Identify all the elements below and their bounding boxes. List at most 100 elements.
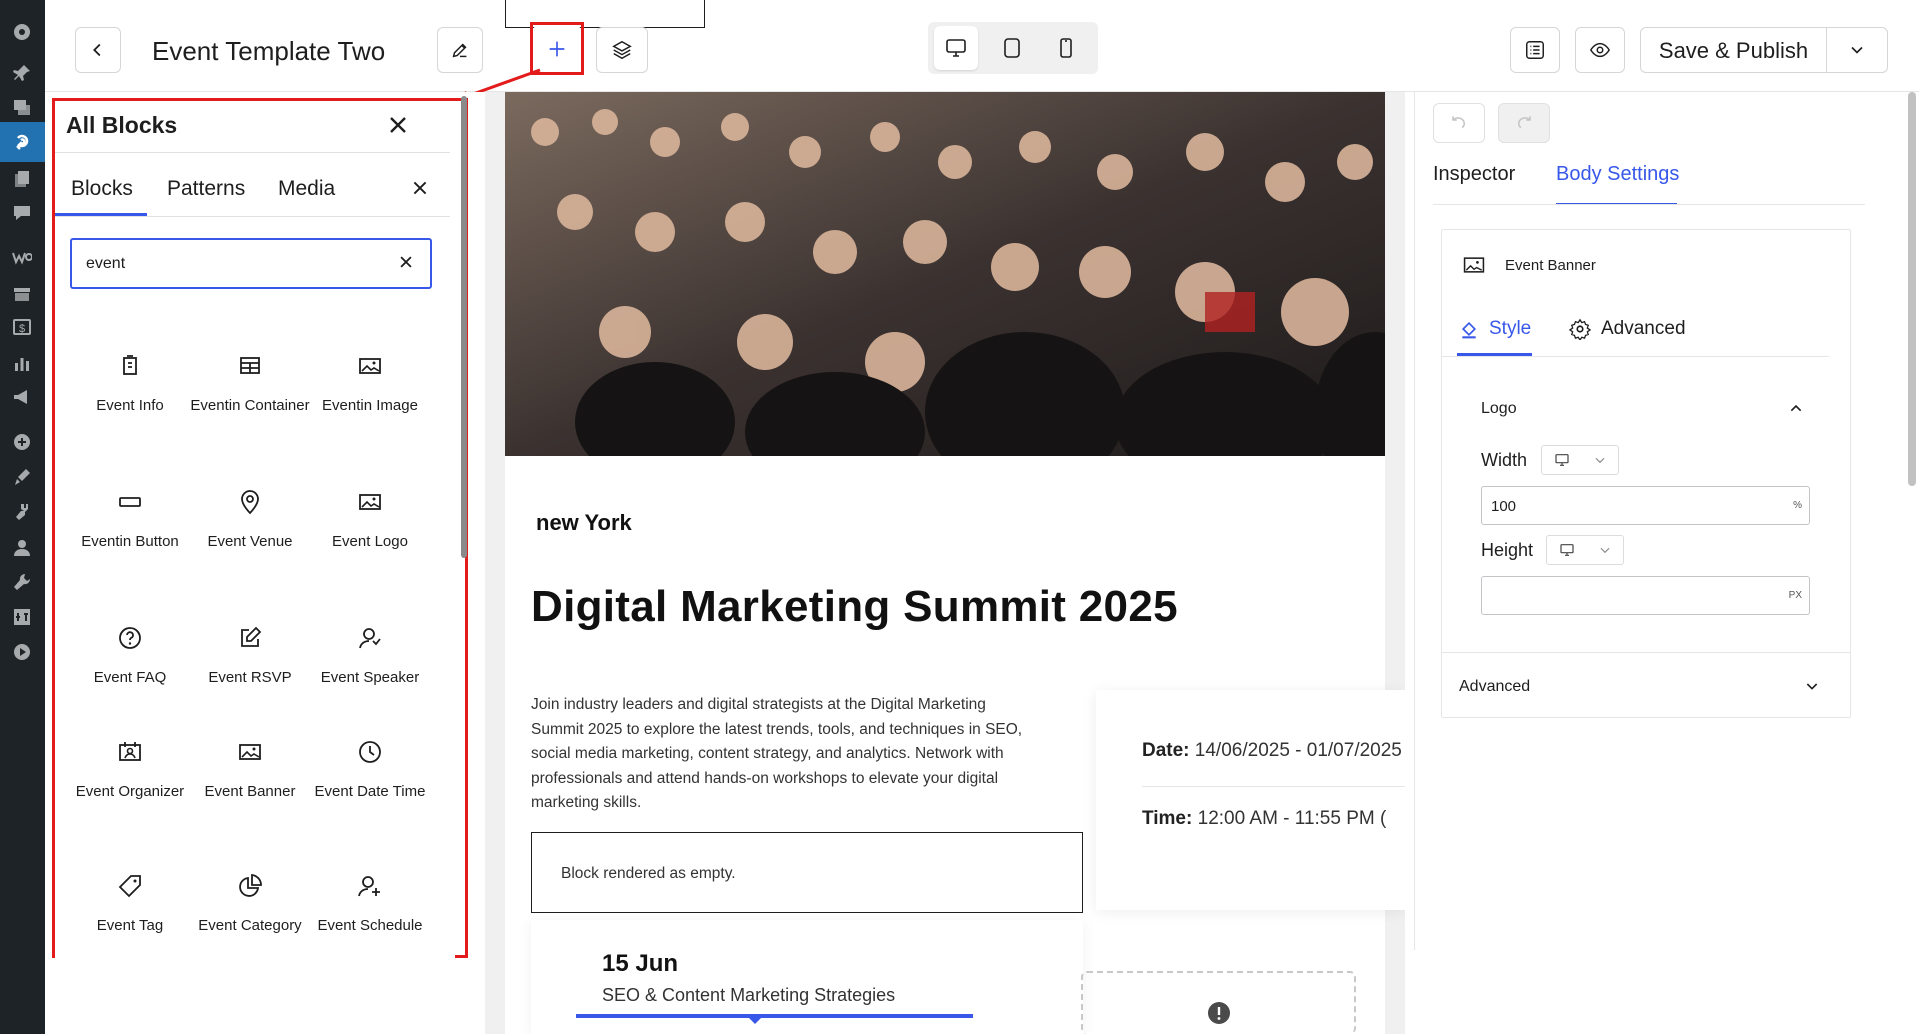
eventin-icon[interactable] <box>0 122 45 162</box>
close-icon <box>400 256 412 268</box>
divider <box>55 216 450 217</box>
search-input[interactable] <box>72 240 372 287</box>
tab-body-settings[interactable]: Body Settings <box>1556 163 1679 186</box>
chevron-down-icon <box>1851 46 1863 54</box>
marketing-icon[interactable] <box>11 386 33 408</box>
height-device-select[interactable] <box>1546 535 1624 565</box>
chevron-up-icon[interactable] <box>1788 400 1804 416</box>
block-event-speaker[interactable]: Event Speaker <box>310 624 430 688</box>
subtab-advanced[interactable]: Advanced <box>1569 318 1686 340</box>
pencil-icon <box>452 43 467 58</box>
pages-icon[interactable] <box>11 168 33 190</box>
tab-media[interactable]: Media <box>278 177 335 201</box>
block-search-field <box>70 238 432 289</box>
plus-circle-icon[interactable] <box>11 431 33 453</box>
chevron-left-icon <box>93 43 101 57</box>
play-icon[interactable] <box>11 641 33 663</box>
block-event-date-time[interactable]: Event Date Time <box>310 738 430 802</box>
settings-icon[interactable] <box>11 606 33 628</box>
undo-button[interactable] <box>1433 103 1485 143</box>
device-switcher <box>928 22 1098 74</box>
event-title: Digital Marketing Summit 2025 <box>531 582 1178 631</box>
page-title: Event Template Two <box>152 36 386 66</box>
tab-patterns[interactable]: Patterns <box>167 177 245 201</box>
gear-icon <box>1569 318 1591 340</box>
wp-admin-menu: $ <box>0 0 45 1034</box>
block-event-rsvp[interactable]: Event RSVP <box>190 624 310 688</box>
products-icon[interactable] <box>11 283 33 305</box>
clear-search-button[interactable] <box>396 252 416 272</box>
publish-options-button[interactable] <box>1827 40 1887 60</box>
width-device-select[interactable] <box>1541 445 1619 475</box>
redo-button[interactable] <box>1498 103 1550 143</box>
chevron-down-icon <box>1595 457 1605 464</box>
block-event-schedule[interactable]: Event Schedule <box>310 872 430 936</box>
close-tabs-button[interactable] <box>408 176 432 200</box>
divider <box>1142 786 1405 787</box>
event-banner-image[interactable] <box>505 92 1385 456</box>
block-event-banner[interactable]: Event Banner <box>190 738 310 802</box>
block-event-organizer[interactable]: Event Organizer <box>70 738 190 802</box>
block-eventin-container[interactable]: Eventin Container <box>190 352 310 416</box>
tab-blocks[interactable]: Blocks <box>71 177 133 201</box>
divider <box>1433 204 1865 205</box>
section-logo-title[interactable]: Logo <box>1481 400 1517 418</box>
block-event-category[interactable]: Event Category <box>190 872 310 936</box>
tab-inspector[interactable]: Inspector <box>1433 163 1515 186</box>
mobile-view-button[interactable] <box>1044 26 1088 70</box>
schedule-card[interactable]: 15 Jun SEO & Content Marketing Strategie… <box>531 920 1083 1034</box>
mobile-icon <box>1060 38 1072 58</box>
eye-icon <box>1589 42 1611 58</box>
redo-icon <box>1518 116 1531 129</box>
inserter-scrollbar[interactable] <box>461 96 467 558</box>
save-publish-button[interactable]: Save & Publish <box>1641 28 1827 72</box>
divider <box>1441 356 1829 357</box>
empty-block-notice[interactable]: Block rendered as empty. <box>531 832 1083 913</box>
tablet-icon <box>1004 38 1020 58</box>
width-field[interactable]: 100 % <box>1481 486 1810 525</box>
container-icon <box>236 352 264 380</box>
dashboard-icon[interactable] <box>11 20 33 42</box>
preview-button[interactable] <box>1575 27 1625 73</box>
pin-icon[interactable] <box>11 62 33 84</box>
tablet-view-button[interactable] <box>990 26 1034 70</box>
block-event-venue[interactable]: Event Venue <box>190 488 310 552</box>
back-button[interactable] <box>75 27 121 73</box>
panel-border <box>1414 92 1415 950</box>
chevron-down-icon[interactable] <box>1804 678 1820 694</box>
users-icon[interactable] <box>11 537 33 559</box>
publish-button-group: Save & Publish <box>1640 27 1888 73</box>
list-view-button[interactable] <box>1510 27 1560 73</box>
desktop-icon <box>1555 454 1569 466</box>
caret-down-icon <box>748 1017 762 1024</box>
payments-icon[interactable]: $ <box>11 316 33 338</box>
plugins-icon[interactable] <box>11 501 33 523</box>
close-inserter-button[interactable] <box>386 113 410 137</box>
analytics-icon[interactable] <box>11 352 33 374</box>
alert-icon <box>1208 1002 1230 1024</box>
undo-icon <box>1452 116 1465 129</box>
block-eventin-button[interactable]: Eventin Button <box>70 488 190 552</box>
desktop-view-button[interactable] <box>934 26 978 70</box>
woo-icon[interactable] <box>11 246 33 268</box>
block-placeholder[interactable] <box>1081 971 1356 1034</box>
button-icon <box>116 488 144 516</box>
page-scrollbar[interactable] <box>1908 92 1916 486</box>
layers-icon <box>612 40 632 60</box>
height-field[interactable]: PX <box>1481 576 1810 615</box>
comments-icon[interactable] <box>11 202 33 224</box>
divider <box>1441 652 1851 653</box>
appearance-icon[interactable] <box>11 466 33 488</box>
block-eventin-image[interactable]: Eventin Image <box>310 352 430 416</box>
block-event-info[interactable]: Event Info <box>70 352 190 416</box>
image-icon <box>356 352 384 380</box>
layers-button[interactable] <box>596 27 648 73</box>
block-event-tag[interactable]: Event Tag <box>70 872 190 936</box>
subtab-style[interactable]: Style <box>1459 318 1531 340</box>
media-icon[interactable] <box>11 96 33 118</box>
advanced-section-title[interactable]: Advanced <box>1459 678 1530 696</box>
empty-block-text: Block rendered as empty. <box>561 865 736 882</box>
block-event-faq[interactable]: Event FAQ <box>70 624 190 688</box>
tools-icon[interactable] <box>11 571 33 593</box>
block-event-logo[interactable]: Event Logo <box>310 488 430 552</box>
